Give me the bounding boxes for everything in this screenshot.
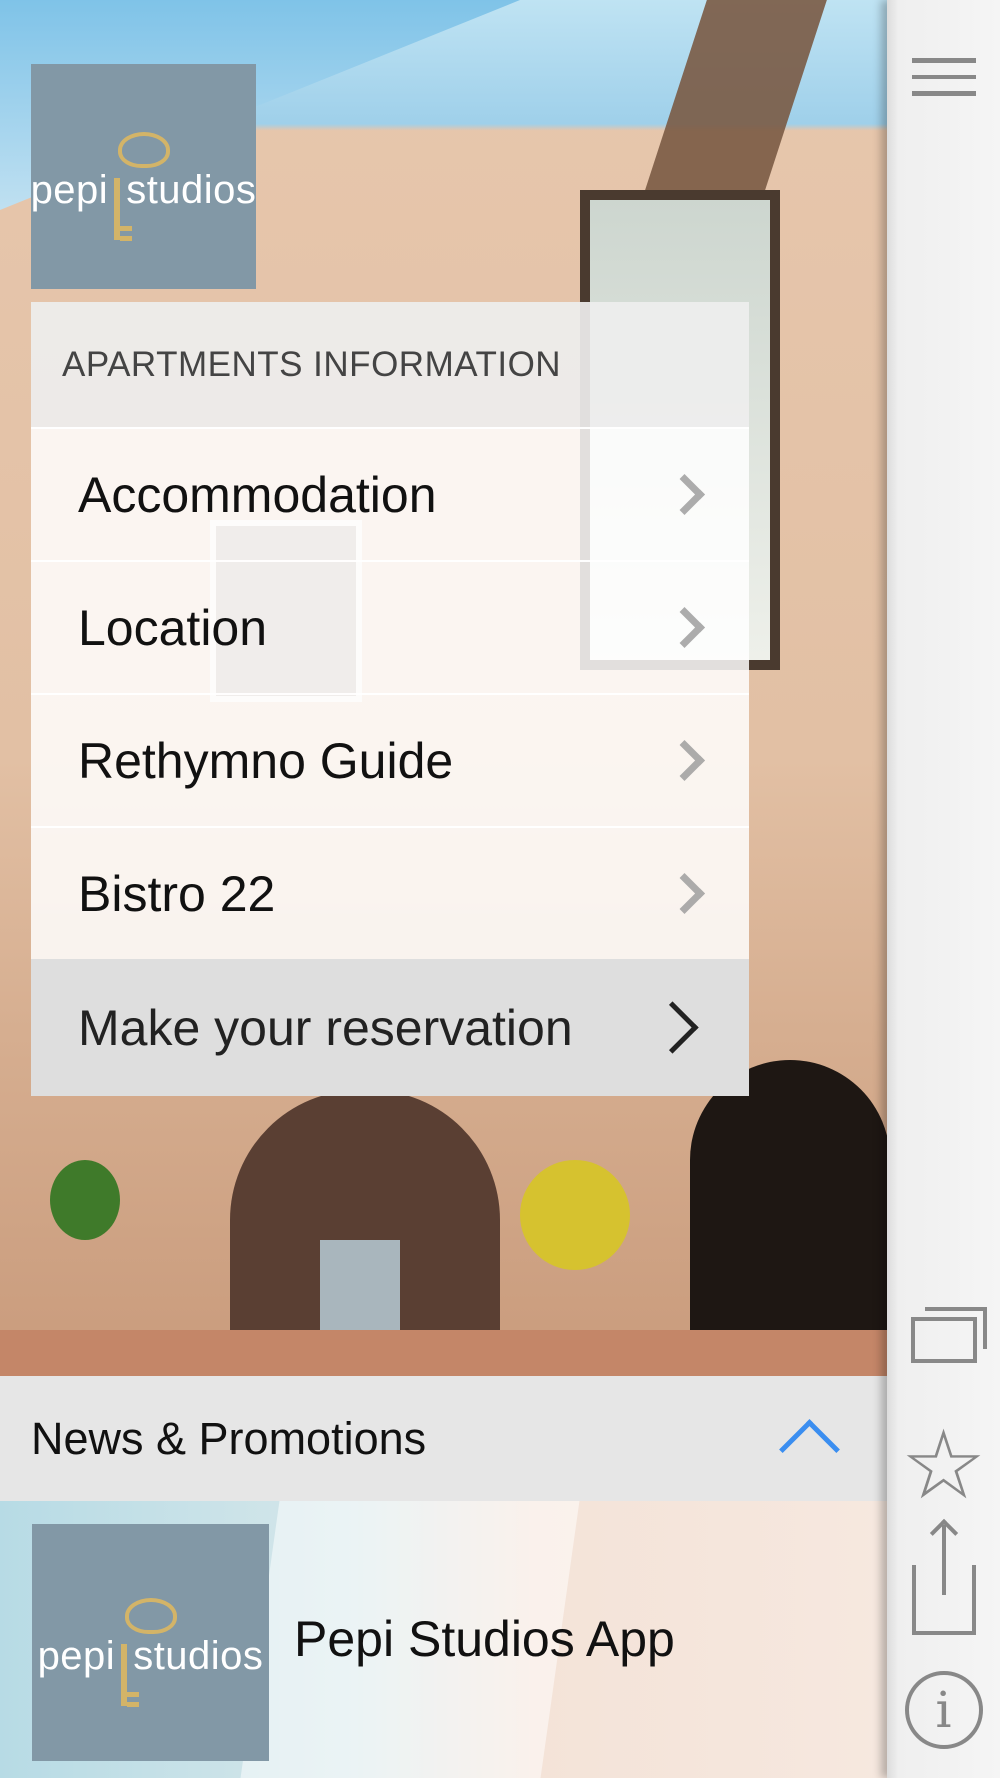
arched-doorway bbox=[690, 1060, 887, 1376]
chevron-up-icon[interactable] bbox=[779, 1419, 840, 1480]
menu-item-rethymno-guide[interactable]: Rethymno Guide bbox=[31, 693, 749, 826]
favorite-button[interactable]: ☆ bbox=[887, 1416, 1000, 1516]
share-icon bbox=[911, 1525, 976, 1635]
logo-text-left: pepi bbox=[37, 1634, 116, 1678]
chevron-right-icon bbox=[663, 739, 706, 782]
menu-item-location[interactable]: Location bbox=[31, 560, 749, 693]
share-button[interactable] bbox=[887, 1525, 1000, 1640]
news-title: News & Promotions bbox=[31, 1412, 427, 1464]
menu-item-accommodation[interactable]: Accommodation bbox=[31, 427, 749, 560]
plant bbox=[50, 1160, 120, 1240]
chevron-right-icon bbox=[663, 606, 706, 649]
info-button[interactable]: i bbox=[887, 1670, 1000, 1750]
menu-header: APARTMENTS INFORMATION bbox=[31, 302, 749, 427]
news-promotions-header[interactable]: News & Promotions bbox=[0, 1376, 887, 1501]
brand-logo[interactable]: pepi studios bbox=[31, 64, 256, 289]
apartments-menu: APARTMENTS INFORMATION Accommodation Loc… bbox=[31, 302, 749, 1096]
key-icon bbox=[114, 177, 133, 240]
logo-text-right: studios bbox=[126, 168, 257, 212]
chevron-right-icon bbox=[663, 473, 706, 516]
terrace-floor bbox=[0, 1330, 887, 1376]
chevron-right-icon bbox=[663, 872, 706, 915]
chevron-right-icon bbox=[646, 1001, 699, 1054]
menu-item-label: Bistro 22 bbox=[78, 865, 276, 922]
hamburger-menu-icon[interactable] bbox=[887, 52, 1000, 102]
star-icon: ☆ bbox=[900, 1412, 987, 1519]
side-toolbar: ☆ i bbox=[887, 0, 1000, 1778]
gallery-icon bbox=[910, 1307, 987, 1363]
promo-item-title[interactable]: Pepi Studios App bbox=[294, 1610, 675, 1668]
plant bbox=[520, 1160, 630, 1270]
menu-item-bistro-22[interactable]: Bistro 22 bbox=[31, 826, 749, 959]
logo-text-right: studios bbox=[133, 1634, 264, 1678]
gallery-button[interactable] bbox=[887, 1307, 1000, 1370]
make-reservation-button[interactable]: Make your reservation bbox=[31, 959, 749, 1096]
logo-text-left: pepi bbox=[30, 168, 109, 212]
key-icon bbox=[121, 1643, 140, 1706]
info-icon: i bbox=[904, 1671, 983, 1749]
reservation-label: Make your reservation bbox=[78, 999, 573, 1056]
promo-logo-thumbnail[interactable]: pepi studios bbox=[32, 1524, 269, 1761]
menu-item-label: Accommodation bbox=[78, 466, 437, 523]
menu-item-label: Location bbox=[78, 599, 268, 656]
menu-item-label: Rethymno Guide bbox=[78, 732, 454, 789]
